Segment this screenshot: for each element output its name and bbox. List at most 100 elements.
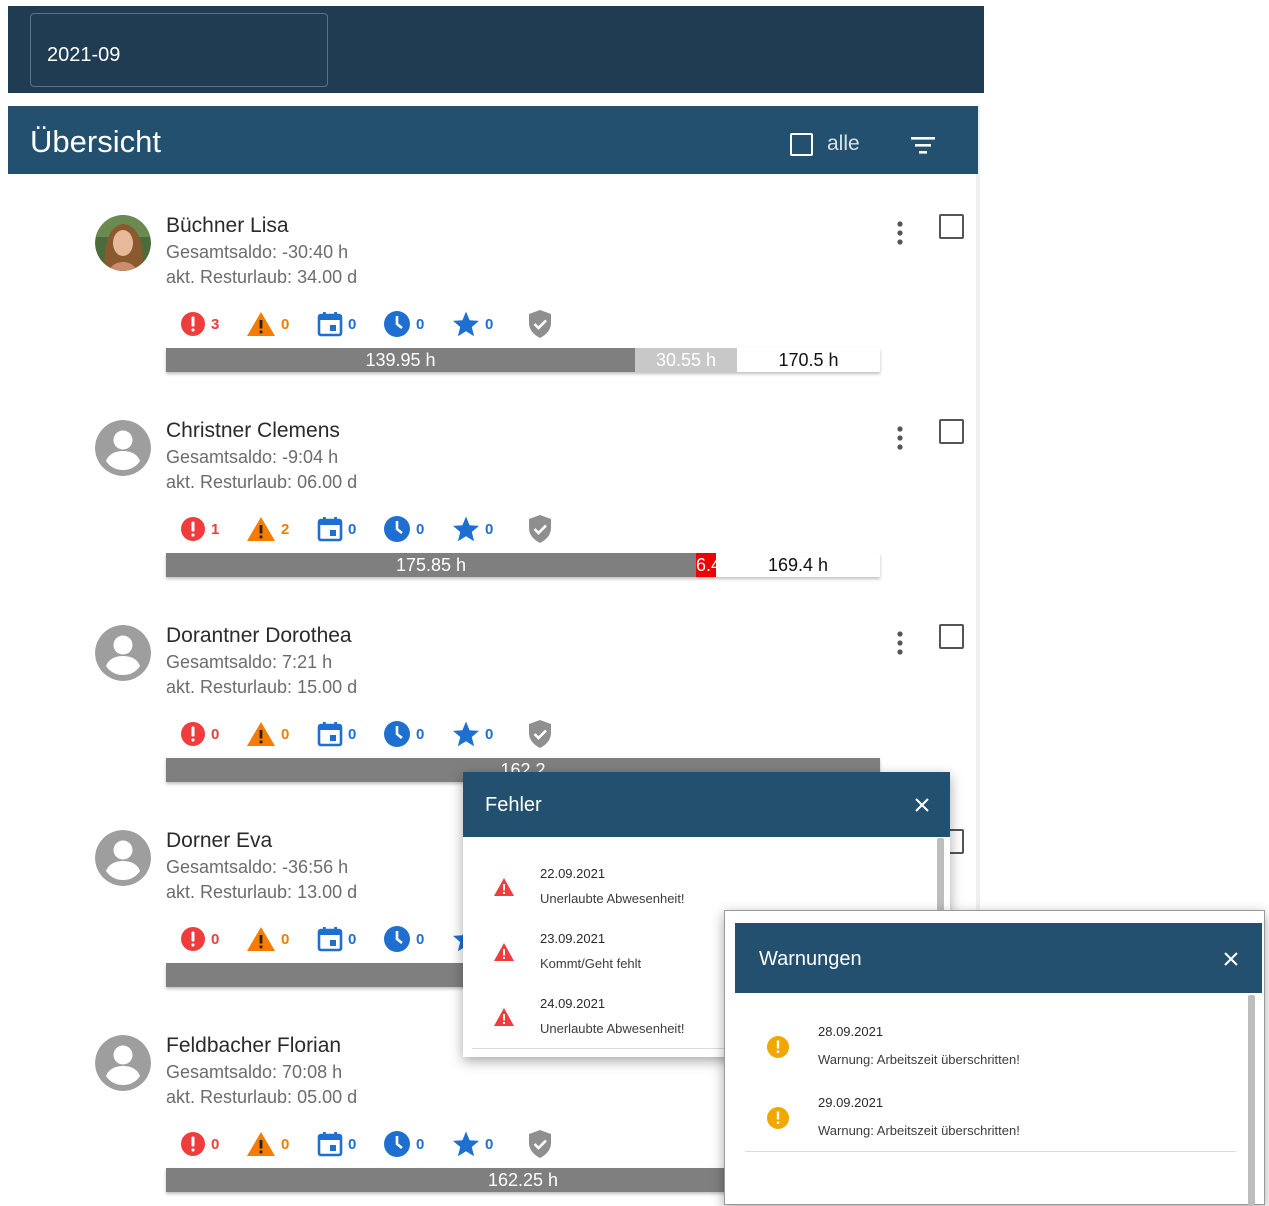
month-input[interactable]: 2021-09	[30, 13, 328, 87]
clock-count: 0	[416, 930, 425, 948]
more-vert-icon[interactable]	[892, 630, 908, 656]
error-triangle-icon	[493, 877, 515, 902]
calendar-count-button[interactable]: 0	[317, 514, 356, 544]
error-count-button[interactable]: 1	[180, 514, 219, 544]
clock-count: 0	[416, 315, 425, 333]
warning-triangle-icon	[246, 311, 276, 337]
avatar	[95, 625, 151, 681]
hours-bar: 139.95 h 30.55 h 170.5 h	[166, 348, 880, 372]
warning-count-button[interactable]: 0	[246, 309, 289, 339]
error-count: 0	[211, 930, 220, 948]
clock-count-button[interactable]: 0	[383, 309, 424, 339]
warning-count: 0	[281, 315, 290, 333]
calendar-count-button[interactable]: 0	[317, 309, 356, 339]
target-label: 169.4 h	[716, 553, 880, 577]
warnings-dialog-scrollbar[interactable]	[1248, 995, 1255, 1206]
error-count: 3	[211, 315, 220, 333]
calendar-count: 0	[348, 520, 357, 538]
star-count-button[interactable]: 0	[452, 719, 493, 749]
star-count: 0	[485, 1135, 494, 1153]
star-count-button[interactable]: 0	[452, 514, 493, 544]
shield-button[interactable]	[527, 514, 553, 544]
employee-resturlaub: akt. Resturlaub: 06.00 d	[166, 472, 358, 492]
clock-count-button[interactable]: 0	[383, 514, 424, 544]
close-icon[interactable]	[1223, 951, 1239, 967]
error-date: 22.09.2021	[540, 866, 606, 881]
close-icon[interactable]	[914, 797, 930, 813]
shield-button[interactable]	[527, 1129, 553, 1159]
error-count-button[interactable]: 0	[180, 719, 219, 749]
error-triangle-icon	[493, 1007, 515, 1032]
clock-icon	[383, 1130, 411, 1158]
hours-bar: 175.85 h6.45 h169.4 h	[166, 553, 880, 577]
star-count-button[interactable]: 0	[452, 309, 493, 339]
warning-triangle-icon	[246, 516, 276, 542]
avatar	[95, 420, 151, 476]
error-circle-icon	[180, 1131, 206, 1157]
clock-count-button[interactable]: 0	[383, 719, 424, 749]
clock-count-button[interactable]: 0	[383, 924, 424, 954]
errors-dialog-header: Fehler	[463, 772, 950, 837]
employee-name: Feldbacher Florian	[166, 1034, 342, 1057]
calendar-icon	[317, 516, 343, 542]
star-icon	[452, 720, 480, 748]
shield-check-icon	[527, 1129, 553, 1159]
employee-row[interactable]: Büchner Lisa Gesamtsaldo: -30:40 h akt. Re…	[8, 174, 978, 379]
employee-resturlaub: akt. Resturlaub: 13.00 d	[166, 882, 358, 902]
star-count: 0	[485, 315, 494, 333]
page-title: Übersicht	[30, 124, 161, 159]
employee-resturlaub: akt. Resturlaub: 34.00 d	[166, 267, 358, 287]
select-all-checkbox[interactable]	[790, 133, 813, 156]
employee-gesamtsaldo: Gesamtsaldo: 7:21 h	[166, 652, 333, 672]
missing-segment: 30.55 h	[635, 348, 737, 372]
clock-count-button[interactable]: 0	[383, 1129, 424, 1159]
star-count-button[interactable]: 0	[452, 1129, 493, 1159]
warning-triangle-icon	[246, 721, 276, 747]
error-count-button[interactable]: 0	[180, 924, 219, 954]
select-all-label: alle	[827, 132, 860, 155]
shield-button[interactable]	[527, 309, 553, 339]
employee-row[interactable]: Dorantner Dorothea Gesamtsaldo: 7:21 h akt…	[8, 584, 978, 789]
employee-name: Büchner Lisa	[166, 214, 289, 237]
overtime-segment: 6.45 h	[696, 553, 716, 577]
errors-dialog-title: Fehler	[485, 794, 542, 816]
employee-checkbox[interactable]	[939, 214, 964, 239]
error-count: 1	[211, 520, 220, 538]
filter-icon[interactable]	[910, 135, 936, 155]
warning-circle-icon	[766, 1035, 790, 1064]
warning-count-button[interactable]: 0	[246, 924, 289, 954]
worked-segment: 139.95 h	[166, 348, 635, 372]
shield-check-icon	[527, 309, 553, 339]
calendar-count-button[interactable]: 0	[317, 924, 356, 954]
employee-gesamtsaldo: Gesamtsaldo: -30:40 h	[166, 242, 349, 262]
error-count-button[interactable]: 3	[180, 309, 219, 339]
warnings-dialog-header: Warnungen	[735, 923, 1262, 993]
error-date: 24.09.2021	[540, 996, 606, 1011]
error-count: 0	[211, 1135, 220, 1153]
warning-count: 2	[281, 520, 290, 538]
error-circle-icon	[180, 516, 206, 542]
more-vert-icon[interactable]	[892, 220, 908, 246]
calendar-count: 0	[348, 930, 357, 948]
more-vert-icon[interactable]	[892, 425, 908, 451]
shield-button[interactable]	[527, 719, 553, 749]
calendar-count: 0	[348, 315, 357, 333]
clock-icon	[383, 310, 411, 338]
employee-name: Dorner Eva	[166, 829, 273, 852]
clock-icon	[383, 925, 411, 953]
calendar-count-button[interactable]: 0	[317, 719, 356, 749]
employee-name: Dorantner Dorothea	[166, 624, 352, 647]
warning-count-button[interactable]: 0	[246, 1129, 289, 1159]
warning-count-button[interactable]: 2	[246, 514, 289, 544]
employee-checkbox[interactable]	[939, 624, 964, 649]
error-circle-icon	[180, 721, 206, 747]
warnings-dialog: Warnungen 28.09.2021 Warnung: Arbeitszeit…	[724, 910, 1265, 1206]
employee-row[interactable]: Christner Clemens Gesamtsaldo: -9:04 h akt…	[8, 379, 978, 584]
warning-count: 0	[281, 930, 290, 948]
employee-checkbox[interactable]	[939, 419, 964, 444]
error-count-button[interactable]: 0	[180, 1129, 219, 1159]
warning-count-button[interactable]: 0	[246, 719, 289, 749]
error-circle-icon	[180, 926, 206, 952]
calendar-count-button[interactable]: 0	[317, 1129, 356, 1159]
overview-header: Übersicht alle	[8, 106, 978, 174]
